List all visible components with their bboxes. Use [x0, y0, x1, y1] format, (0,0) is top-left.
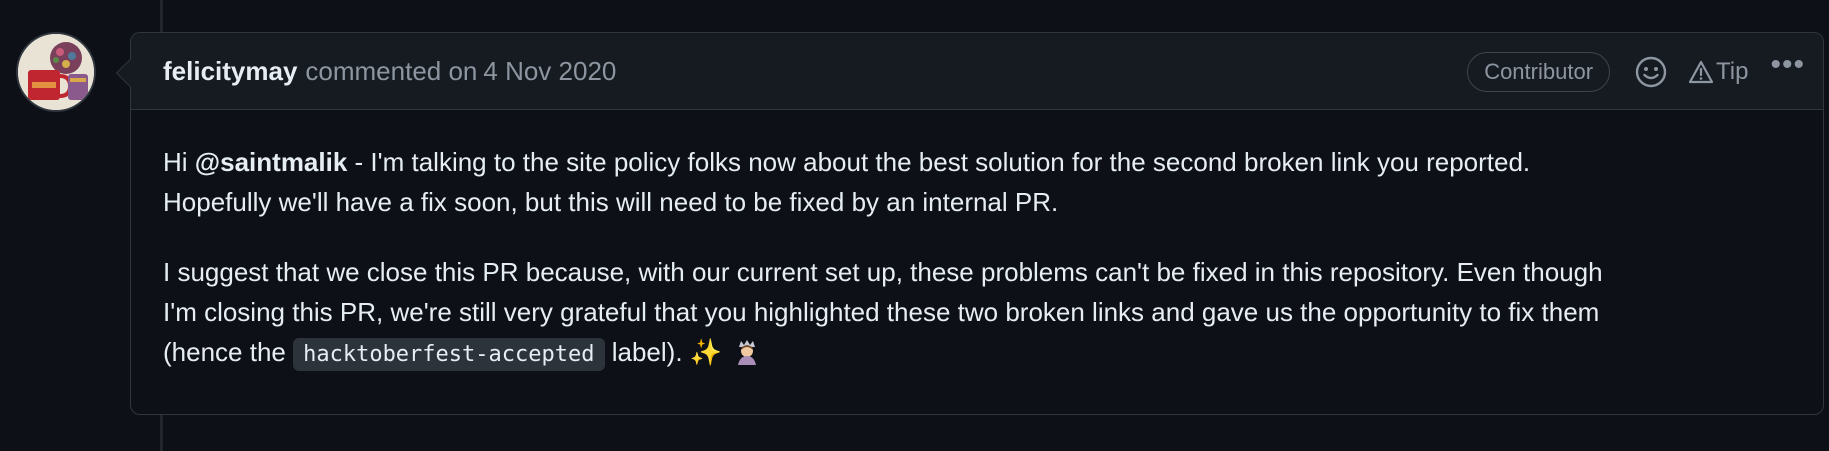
paragraph-1: Hi @saintmalik - I'm talking to the site… [163, 142, 1791, 222]
paragraph-2: I suggest that we close this PR because,… [163, 252, 1791, 375]
paragraph-1-line-2: Hopefully we'll have a fix soon, but thi… [163, 187, 1059, 217]
comment-body: Hi @saintmalik - I'm talking to the site… [131, 110, 1823, 375]
comment-action: commented on [305, 55, 478, 86]
add-reaction-button[interactable] [1634, 55, 1668, 89]
person-emoji-icon [738, 340, 757, 365]
sparkles-emoji: ✨ [689, 338, 723, 368]
avatar-image [18, 34, 94, 110]
paragraph-2-line-2: I'm closing this PR, we're still very gr… [163, 297, 1600, 327]
author-link[interactable]: felicitymay [163, 56, 297, 87]
smiley-icon [1635, 56, 1667, 87]
header-actions: Contributor Tip ••• [1467, 33, 1805, 110]
triangle-alert-icon [1688, 60, 1714, 83]
contributor-badge: Contributor [1467, 51, 1611, 92]
label-code: hacktoberfest-accepted [293, 338, 605, 371]
tip-label: Tip [1716, 57, 1749, 85]
tip-button[interactable]: Tip [1688, 58, 1748, 86]
comment-page: felicitymay commented on 4 Nov 2020 Contr… [0, 0, 1829, 451]
greeting-text: Hi [163, 147, 195, 177]
comment-date[interactable]: 4 Nov 2020 [483, 56, 616, 86]
comment-box: felicitymay commented on 4 Nov 2020 Contr… [115, 32, 1824, 415]
paragraph-2-line-3-suffix: label). [604, 337, 690, 367]
paragraph-2-line-3-prefix: (hence the [163, 337, 294, 367]
kebab-horizontal-icon[interactable]: ••• [1770, 49, 1805, 94]
paragraph-2-line-1: I suggest that we close this PR because,… [163, 257, 1603, 287]
user-mention-link[interactable]: @saintmalik [195, 147, 348, 177]
paragraph-1-line-1: - I'm talking to the site policy folks n… [347, 147, 1531, 177]
avatar[interactable] [16, 32, 96, 112]
comment-meta: commented on 4 Nov 2020 [305, 56, 616, 87]
comment-header: felicitymay commented on 4 Nov 2020 Contr… [131, 33, 1823, 110]
